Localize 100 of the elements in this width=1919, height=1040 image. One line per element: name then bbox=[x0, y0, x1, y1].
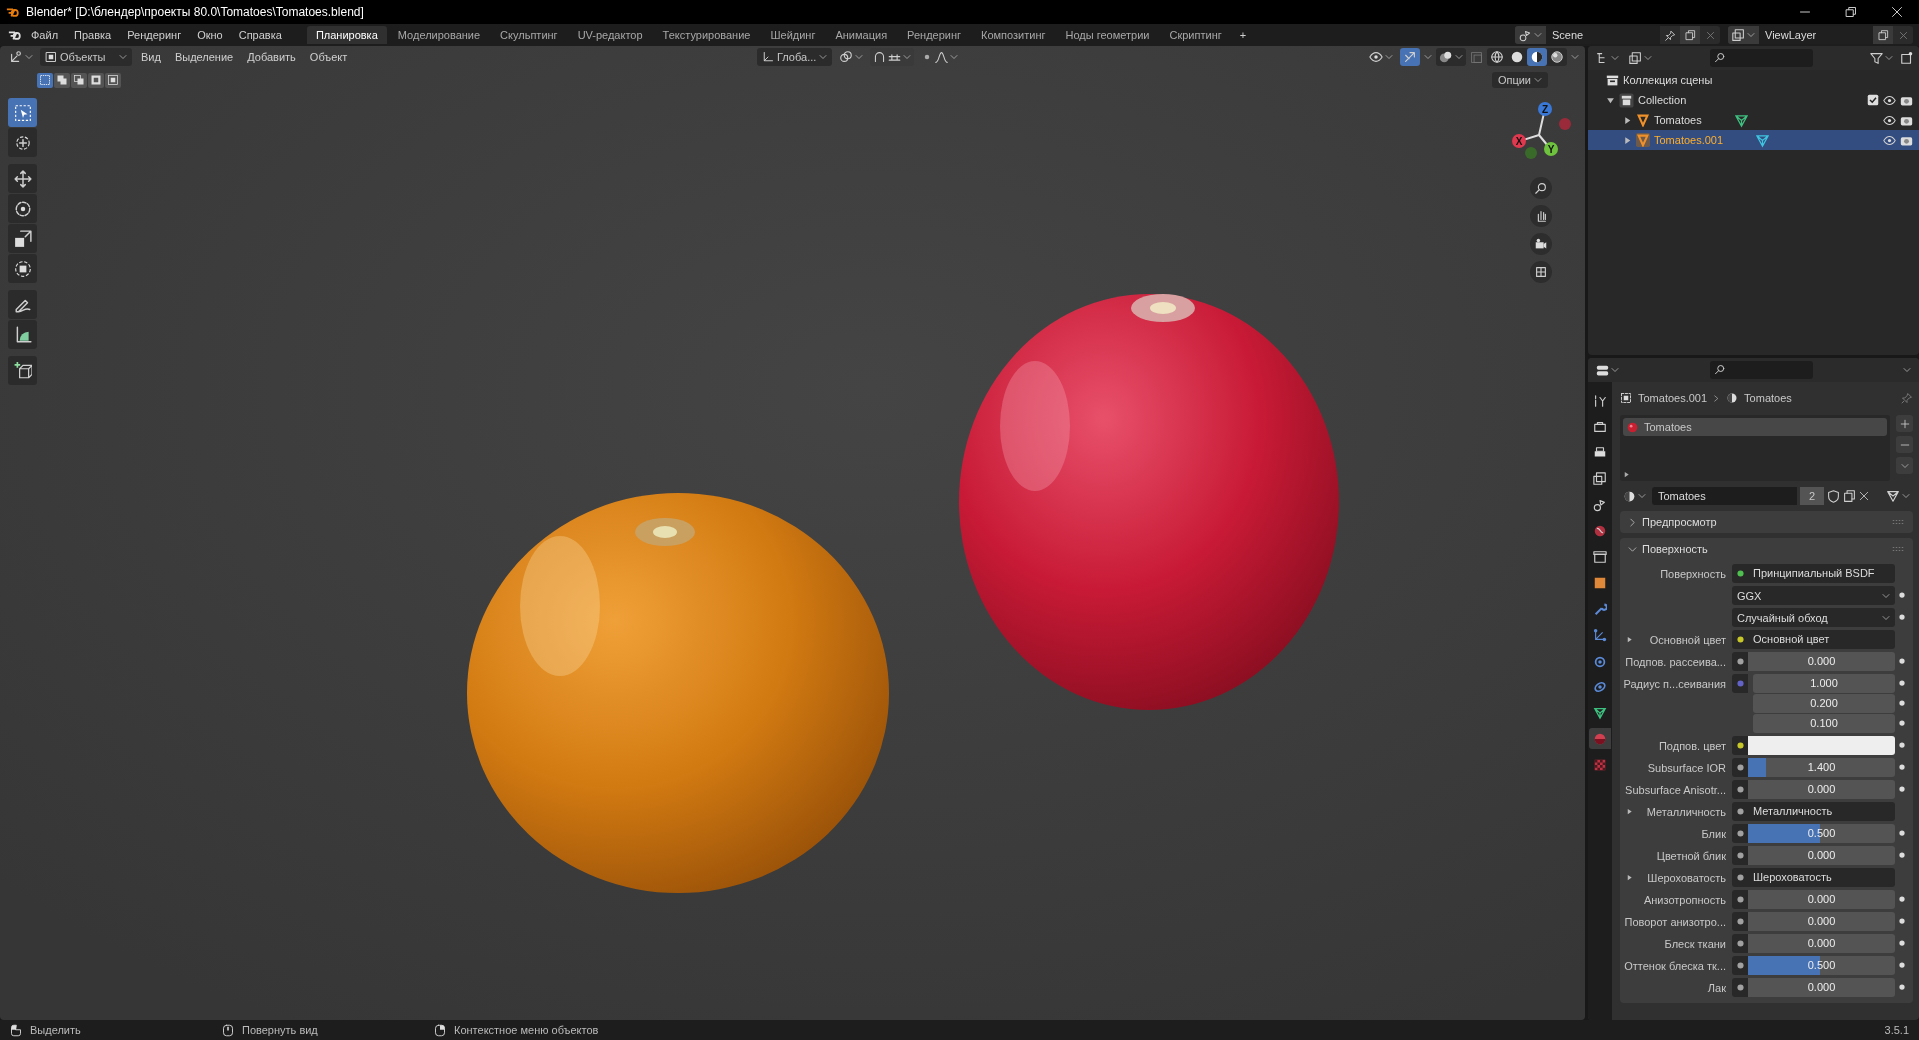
socket-dot-icon[interactable] bbox=[1736, 874, 1744, 881]
tool-button[interactable] bbox=[8, 254, 37, 283]
material-name-field[interactable]: Tomatoes bbox=[1652, 487, 1797, 505]
copy-icon[interactable] bbox=[1684, 29, 1696, 41]
menu-item[interactable]: Объект bbox=[304, 51, 353, 63]
socket-dot-icon[interactable] bbox=[1736, 658, 1744, 665]
socket-dot-icon[interactable] bbox=[1736, 680, 1744, 687]
keyframe-dot-icon[interactable] bbox=[1899, 962, 1905, 968]
copy-icon[interactable] bbox=[1843, 489, 1856, 503]
overlay-button[interactable] bbox=[1436, 48, 1466, 66]
socket-dot-icon[interactable] bbox=[1736, 808, 1744, 815]
keyframe-dot-icon[interactable] bbox=[1899, 830, 1905, 836]
socket-dot-icon[interactable] bbox=[1736, 918, 1744, 925]
breadcrumb-item[interactable]: Tomatoes bbox=[1744, 392, 1792, 404]
xray-icon[interactable] bbox=[1470, 50, 1483, 64]
tool-button[interactable] bbox=[8, 320, 37, 349]
gizmo-toggle[interactable] bbox=[1400, 48, 1420, 66]
dropdown[interactable]: GGX bbox=[1732, 586, 1895, 605]
keyframe-dot-icon[interactable] bbox=[1899, 658, 1905, 664]
menu-item[interactable]: Справка bbox=[231, 27, 289, 43]
shading-button[interactable] bbox=[1527, 48, 1547, 66]
value-slider[interactable]: 0.000 bbox=[1748, 912, 1895, 931]
workspace-tab[interactable]: Скульптинг bbox=[491, 26, 567, 44]
workspace-tab[interactable]: Шейдинг bbox=[761, 26, 825, 44]
workspace-tab[interactable]: Скриптинг bbox=[1160, 26, 1231, 44]
menu-item[interactable]: Правка bbox=[67, 27, 119, 43]
value-slider[interactable]: 0.000 bbox=[1748, 890, 1895, 909]
menu-item[interactable]: Файл bbox=[24, 27, 66, 43]
socket-dot-icon[interactable] bbox=[1736, 786, 1744, 793]
mode-dropdown[interactable]: Объекты bbox=[40, 48, 132, 66]
checkbox-icon[interactable] bbox=[1867, 94, 1879, 106]
eye-icon[interactable] bbox=[1883, 93, 1896, 107]
workspace-tab[interactable]: Ноды геометрии bbox=[1056, 26, 1159, 44]
axis-handle[interactable]: X bbox=[1512, 134, 1526, 148]
socket-dot-icon[interactable] bbox=[1736, 742, 1744, 749]
keyframe-dot-icon[interactable] bbox=[1899, 918, 1905, 924]
menu-item[interactable]: Рендеринг bbox=[120, 27, 189, 43]
search-field[interactable] bbox=[1709, 49, 1813, 67]
socket-dot-icon[interactable] bbox=[1736, 570, 1744, 577]
menu-item[interactable]: Окно bbox=[190, 27, 230, 43]
socket-field[interactable]: Металличность bbox=[1748, 802, 1895, 821]
disclosure-triangle-icon[interactable] bbox=[1606, 95, 1615, 105]
socket-dot-icon[interactable] bbox=[1736, 764, 1744, 771]
scene-field[interactable]: Scene bbox=[1546, 26, 1660, 44]
workspace-tab[interactable]: Рендеринг bbox=[898, 26, 971, 44]
object-name[interactable]: Tomatoes.001 bbox=[1654, 134, 1724, 146]
new-collection-icon[interactable] bbox=[1900, 51, 1914, 65]
keyframe-dot-icon[interactable] bbox=[1899, 700, 1905, 706]
keyframe-dot-icon[interactable] bbox=[1899, 786, 1905, 792]
fake-user-icon[interactable] bbox=[1827, 489, 1840, 503]
collection-name[interactable]: Коллекция сцены bbox=[1623, 74, 1713, 86]
expand-triangle-icon[interactable] bbox=[1626, 874, 1633, 881]
restore-icon[interactable] bbox=[1845, 6, 1857, 18]
number-field[interactable]: 0.200 bbox=[1753, 694, 1895, 713]
value-slider[interactable]: 0.000 bbox=[1748, 846, 1895, 865]
workspace-tab[interactable]: Анимация bbox=[826, 26, 897, 44]
keyframe-dot-icon[interactable] bbox=[1899, 614, 1905, 620]
socket-dot-icon[interactable] bbox=[1736, 830, 1744, 837]
add-workspace-button[interactable]: + bbox=[1232, 27, 1254, 43]
workspace-tab[interactable]: Композитинг bbox=[972, 26, 1055, 44]
menu-item[interactable]: Выделение bbox=[169, 51, 239, 63]
axis-handle-icon[interactable] bbox=[1525, 147, 1537, 159]
material-slot[interactable]: Tomatoes bbox=[1623, 418, 1887, 436]
disclosure-triangle-icon[interactable] bbox=[1623, 135, 1632, 145]
socket-dot-icon[interactable] bbox=[1736, 636, 1744, 643]
axis-handle[interactable]: Y bbox=[1544, 142, 1558, 156]
tool-button[interactable] bbox=[8, 194, 37, 223]
socket-dot-icon[interactable] bbox=[1736, 896, 1744, 903]
scene-type-dropdown[interactable] bbox=[1515, 26, 1546, 44]
tool-button[interactable] bbox=[8, 290, 37, 319]
orientation-dropdown[interactable]: Глоба... bbox=[757, 48, 833, 66]
breadcrumb-item[interactable]: Tomatoes.001 bbox=[1638, 392, 1708, 404]
number-field[interactable]: 0.100 bbox=[1753, 714, 1895, 733]
outliner-row[interactable]: Collection bbox=[1588, 90, 1919, 110]
menu-item[interactable]: Добавить bbox=[242, 51, 301, 63]
value-slider[interactable]: 0.000 bbox=[1748, 652, 1895, 671]
keyframe-dot-icon[interactable] bbox=[1899, 984, 1905, 990]
search-field[interactable] bbox=[1709, 361, 1813, 379]
tool-button[interactable] bbox=[8, 224, 37, 253]
view-layer-field[interactable]: ViewLayer bbox=[1759, 26, 1873, 44]
drag-handle-icon[interactable] bbox=[1891, 519, 1905, 525]
expand-triangle-icon[interactable] bbox=[1626, 636, 1633, 643]
user-count[interactable]: 2 bbox=[1800, 487, 1824, 505]
outliner-row[interactable]: Tomatoes.001 bbox=[1588, 130, 1919, 150]
tool-button[interactable] bbox=[8, 356, 37, 385]
add-slot-button[interactable] bbox=[1896, 415, 1913, 432]
socket-dot-icon[interactable] bbox=[1736, 940, 1744, 947]
keyframe-dot-icon[interactable] bbox=[1899, 720, 1905, 726]
snap-button[interactable] bbox=[870, 48, 915, 66]
value-slider[interactable]: 0.000 bbox=[1748, 780, 1895, 799]
keyframe-dot-icon[interactable] bbox=[1899, 940, 1905, 946]
drag-handle-icon[interactable] bbox=[1891, 546, 1905, 552]
outliner-row[interactable]: Tomatoes bbox=[1588, 110, 1919, 130]
keyframe-dot-icon[interactable] bbox=[1899, 764, 1905, 770]
socket-field[interactable]: Основной цвет bbox=[1748, 630, 1895, 649]
keyframe-dot-icon[interactable] bbox=[1899, 742, 1905, 748]
keyframe-dot-icon[interactable] bbox=[1899, 852, 1905, 858]
axis-handle[interactable]: Z bbox=[1538, 102, 1552, 116]
dropdown[interactable]: Случайный обход bbox=[1732, 608, 1895, 627]
socket-field[interactable]: Принципиальный BSDF bbox=[1748, 564, 1895, 583]
